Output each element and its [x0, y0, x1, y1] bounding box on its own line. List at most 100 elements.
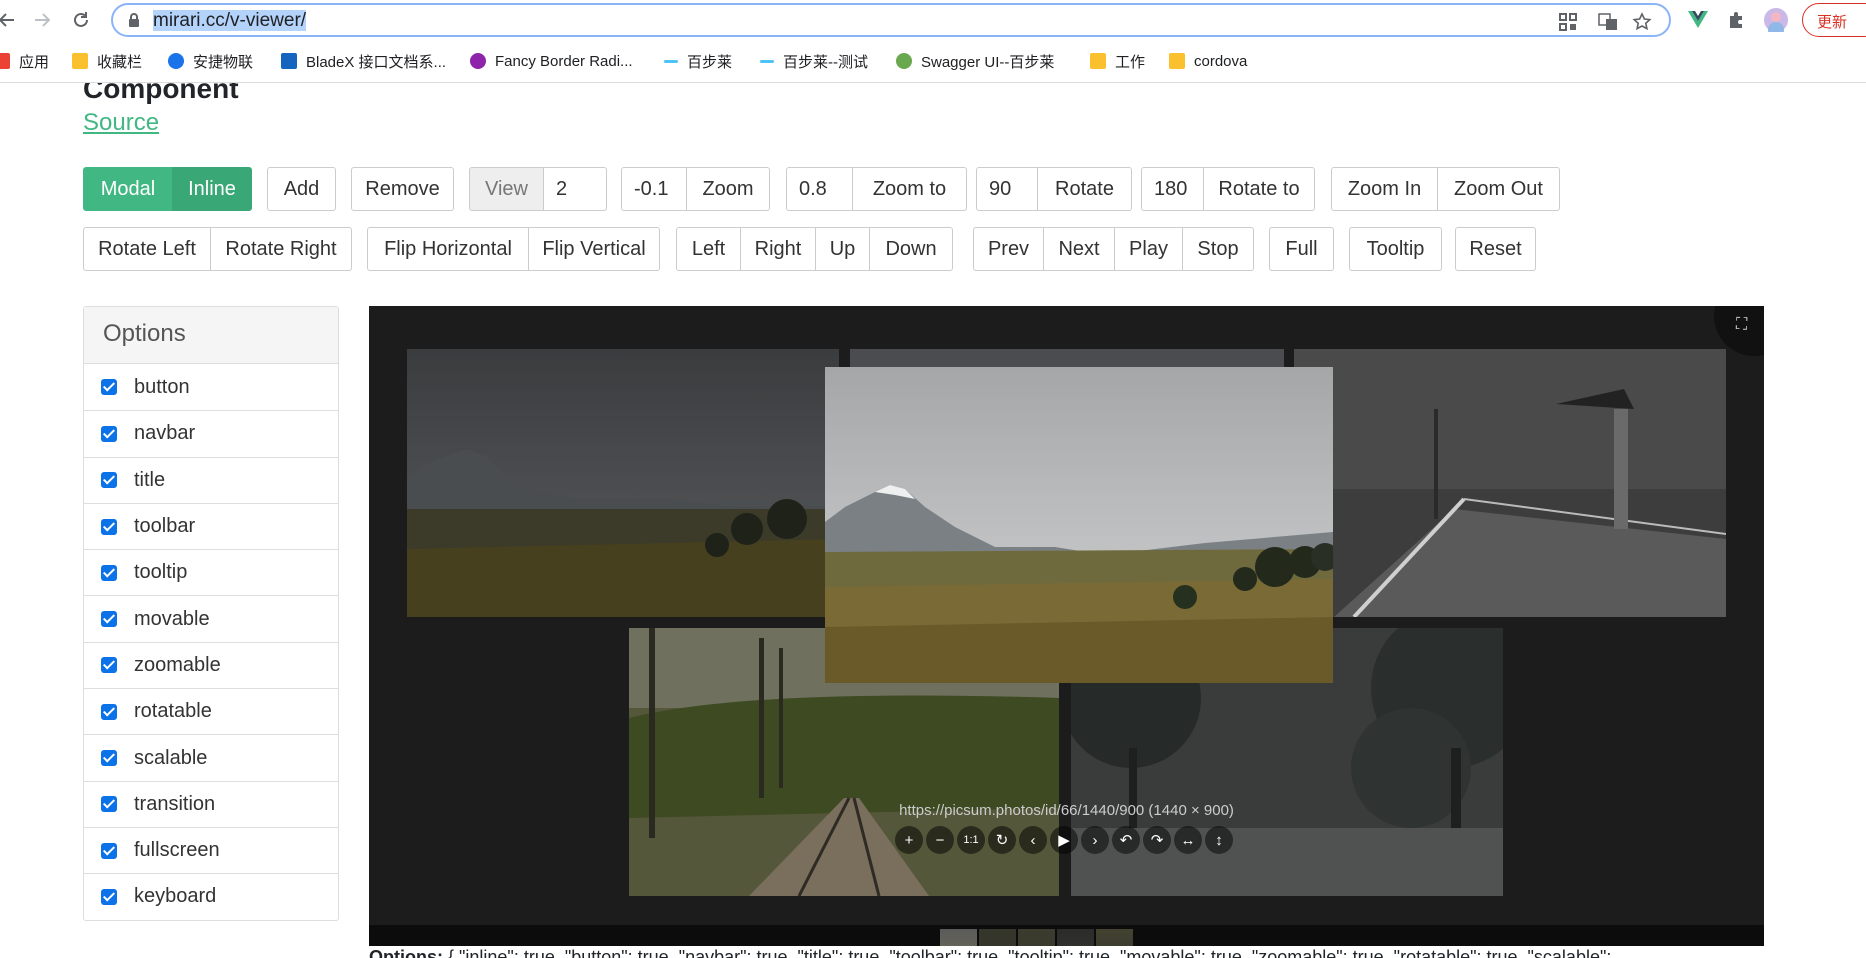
option-scalable[interactable]: scalable: [84, 734, 338, 780]
image-viewer[interactable]: ⛶ https://picsum.photos/id/66/1440/900 (…: [369, 306, 1764, 946]
option-movable[interactable]: movable: [84, 595, 338, 641]
zoom-to-input[interactable]: 0.8: [786, 167, 853, 211]
checkbox[interactable]: [101, 564, 117, 581]
full-button[interactable]: Full: [1269, 227, 1334, 271]
rotate-left-icon[interactable]: ↶: [1112, 826, 1140, 854]
bookmark-item[interactable]: 安捷物联: [168, 50, 253, 72]
reset-button[interactable]: Reset: [1455, 227, 1536, 271]
dash-icon: [760, 59, 774, 63]
option-navbar[interactable]: navbar: [84, 410, 338, 456]
next-icon[interactable]: ›: [1081, 826, 1109, 854]
option-transition[interactable]: transition: [84, 780, 338, 827]
rotate-right-button[interactable]: Rotate Right: [210, 227, 352, 271]
rotate-to-input[interactable]: 180: [1141, 167, 1204, 211]
next-button[interactable]: Next: [1043, 227, 1115, 271]
flip-vertical-icon[interactable]: ↕: [1205, 826, 1233, 854]
forward-icon[interactable]: [29, 7, 55, 33]
bookmark-item[interactable]: 百步莱: [664, 50, 732, 72]
remove-button[interactable]: Remove: [351, 167, 454, 211]
one-to-one-icon[interactable]: 1:1: [957, 826, 985, 854]
zoom-to-button[interactable]: Zoom to: [852, 167, 967, 211]
rotate-degree-input[interactable]: 90: [976, 167, 1038, 211]
source-link[interactable]: Source: [83, 109, 159, 137]
zoom-in-icon[interactable]: +: [895, 826, 923, 854]
bookmark-item[interactable]: Swagger UI--百步莱: [896, 50, 1054, 72]
option-fullscreen[interactable]: fullscreen: [84, 826, 338, 873]
rotate-button[interactable]: Rotate: [1037, 167, 1132, 211]
modal-button[interactable]: Modal: [83, 167, 173, 211]
star-icon[interactable]: [1631, 11, 1653, 33]
zoom-ratio-input[interactable]: -0.1: [621, 167, 687, 211]
option-title[interactable]: title: [84, 456, 338, 503]
flip-horizontal-icon[interactable]: ↔: [1174, 826, 1202, 854]
zoom-in-button[interactable]: Zoom In: [1331, 167, 1438, 211]
add-button[interactable]: Add: [267, 167, 336, 211]
checkbox[interactable]: [101, 472, 117, 489]
reload-icon[interactable]: [68, 7, 94, 33]
thumbnail-item[interactable]: [979, 929, 1016, 946]
rotate-to-button[interactable]: Rotate to: [1203, 167, 1315, 211]
move-left-button[interactable]: Left: [676, 227, 741, 271]
update-button[interactable]: 更新: [1802, 3, 1866, 37]
checkbox[interactable]: [101, 888, 117, 905]
prev-icon[interactable]: ‹: [1019, 826, 1047, 854]
vue-devtools-icon[interactable]: [1686, 8, 1710, 32]
translate-icon[interactable]: [1597, 11, 1619, 33]
thumbnail-item[interactable]: [1096, 929, 1133, 946]
stop-button[interactable]: Stop: [1182, 227, 1254, 271]
active-landscape-image[interactable]: [825, 367, 1333, 683]
prev-button[interactable]: Prev: [973, 227, 1044, 271]
checkbox[interactable]: [101, 703, 117, 720]
bookmark-item[interactable]: Fancy Border Radi...: [470, 50, 633, 72]
reset-icon[interactable]: ↻: [988, 826, 1016, 854]
back-icon[interactable]: [0, 7, 20, 33]
checkbox[interactable]: [101, 750, 117, 767]
option-toolbar[interactable]: toolbar: [84, 502, 338, 549]
qr-code-icon[interactable]: [1557, 11, 1579, 33]
bookmark-item[interactable]: cordova: [1169, 50, 1247, 72]
zoom-button[interactable]: Zoom: [686, 167, 770, 211]
play-icon[interactable]: ▶: [1050, 826, 1078, 854]
checkbox[interactable]: [101, 425, 117, 442]
lock-icon[interactable]: [127, 12, 141, 33]
checkbox[interactable]: [101, 611, 117, 628]
bookmark-item[interactable]: 应用: [0, 50, 49, 72]
profile-avatar-icon[interactable]: [1764, 8, 1788, 32]
checkbox[interactable]: [101, 657, 117, 674]
option-rotatable[interactable]: rotatable: [84, 688, 338, 734]
zoom-out-button[interactable]: Zoom Out: [1437, 167, 1560, 211]
address-bar[interactable]: mirari.cc/v-viewer/: [111, 3, 1671, 37]
inline-button[interactable]: Inline: [172, 167, 252, 211]
move-up-button[interactable]: Up: [815, 227, 870, 271]
rotate-right-icon[interactable]: ↷: [1143, 826, 1171, 854]
tooltip-button[interactable]: Tooltip: [1349, 227, 1442, 271]
thumbnail-item[interactable]: [1057, 929, 1094, 946]
bookmark-item[interactable]: 工作: [1090, 50, 1145, 72]
play-button[interactable]: Play: [1114, 227, 1183, 271]
thumbnail-item[interactable]: [940, 929, 977, 946]
option-zoomable[interactable]: zoomable: [84, 641, 338, 688]
view-index-input[interactable]: 2: [543, 167, 607, 211]
checkbox[interactable]: [101, 518, 117, 535]
move-right-button[interactable]: Right: [740, 227, 816, 271]
option-button[interactable]: button: [84, 364, 338, 410]
pier-image[interactable]: [1294, 349, 1726, 617]
thumbnail-item[interactable]: [1018, 929, 1055, 946]
checkbox[interactable]: [101, 796, 117, 813]
extensions-icon[interactable]: [1724, 8, 1748, 32]
bookmark-item[interactable]: 收藏栏: [72, 50, 142, 72]
url-text[interactable]: mirari.cc/v-viewer/: [153, 10, 307, 32]
bookmark-item[interactable]: 百步莱--测试: [760, 50, 868, 72]
flip-horizontal-button[interactable]: Flip Horizontal: [367, 227, 529, 271]
bookmark-item[interactable]: BladeX 接口文档系...: [281, 50, 446, 72]
checkbox[interactable]: [101, 842, 117, 859]
option-tooltip[interactable]: tooltip: [84, 549, 338, 595]
rotate-left-button[interactable]: Rotate Left: [83, 227, 211, 271]
move-down-button[interactable]: Down: [869, 227, 953, 271]
landscape-image-1[interactable]: [407, 349, 839, 617]
flip-vertical-button[interactable]: Flip Vertical: [528, 227, 660, 271]
checkbox[interactable]: [101, 379, 117, 396]
option-keyboard[interactable]: keyboard: [84, 873, 338, 919]
landscape-image-2[interactable]: [850, 349, 1284, 369]
zoom-out-icon[interactable]: −: [926, 826, 954, 854]
